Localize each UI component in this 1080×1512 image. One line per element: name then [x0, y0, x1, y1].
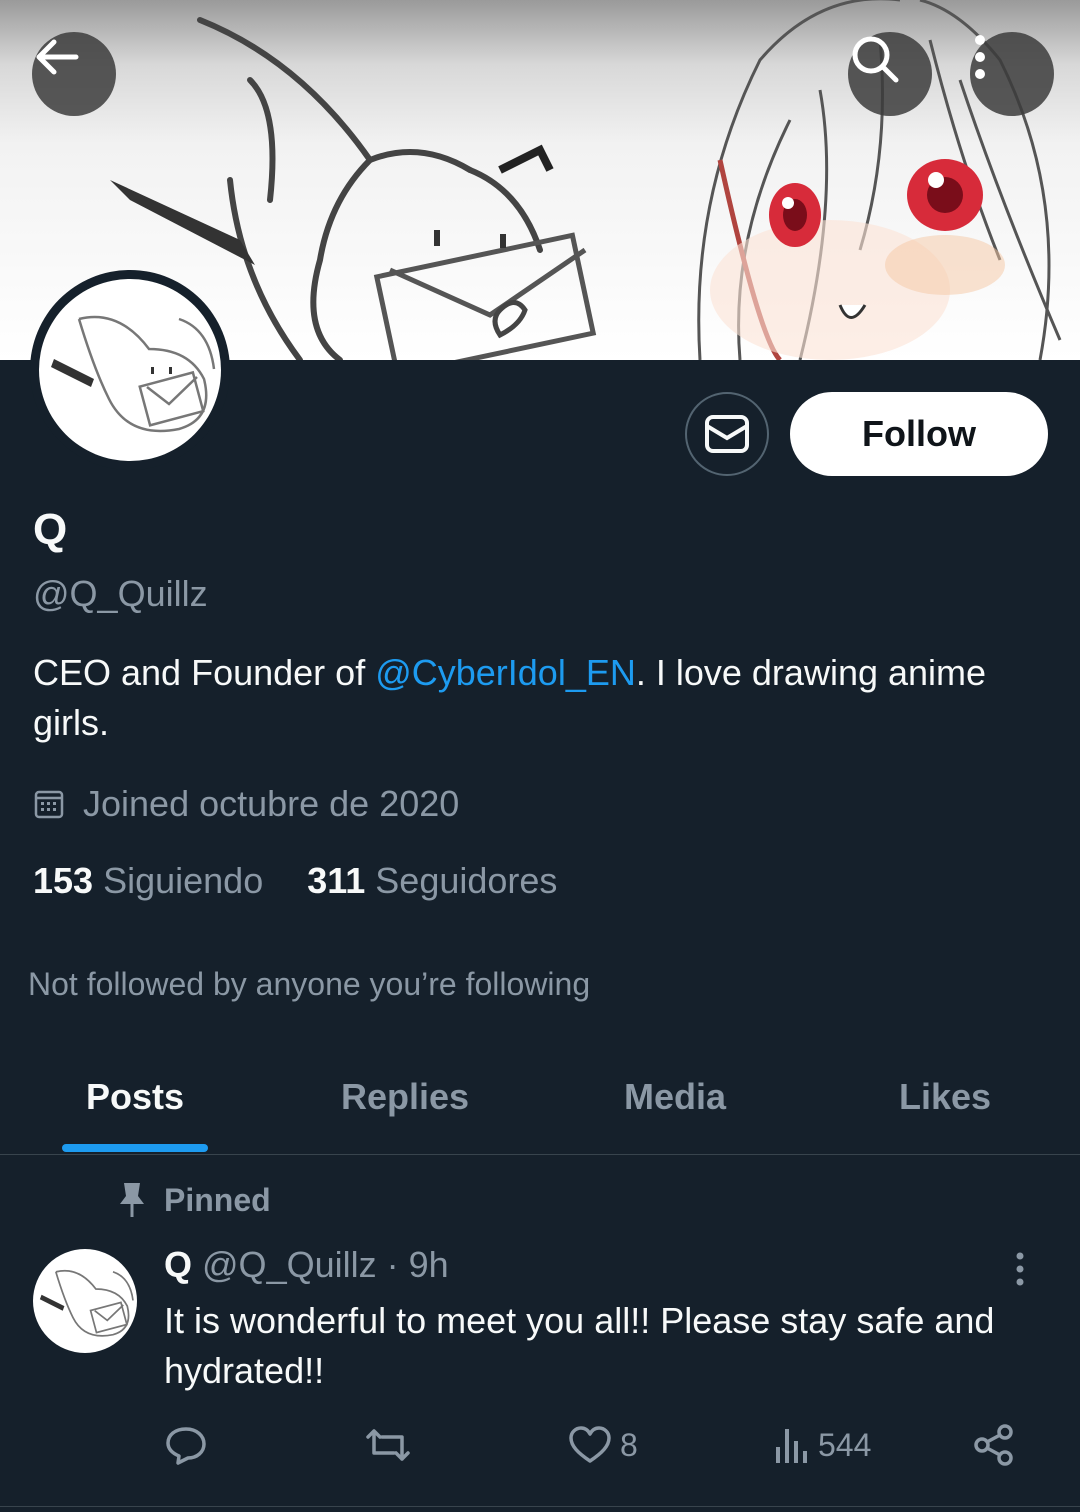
back-button[interactable] [32, 32, 116, 116]
pin-icon [100, 1180, 164, 1220]
post-divider [0, 1506, 1080, 1507]
following-count: 153 [33, 860, 94, 901]
calendar-icon [33, 788, 65, 820]
tab-posts-label: Posts [85, 1076, 185, 1117]
followers-stat[interactable]: 311 Seguidores [307, 860, 557, 902]
tab-likes[interactable]: Likes [810, 1040, 1080, 1154]
tab-media-label: Media [623, 1076, 727, 1117]
active-tab-indicator [62, 1144, 208, 1152]
post-text: It is wonderful to meet you all!! Please… [164, 1300, 995, 1391]
tab-media[interactable]: Media [540, 1040, 810, 1154]
pinned-label: Pinned [164, 1181, 271, 1218]
reply-button[interactable] [164, 1420, 208, 1470]
follow-stats: 153 Siguiendo 311 Seguidores [33, 860, 601, 902]
following-stat[interactable]: 153 Siguiendo [33, 860, 263, 902]
profile-handle: @Q_Quillz [33, 573, 208, 614]
more-vertical-icon [1016, 1252, 1024, 1286]
repost-button[interactable] [364, 1420, 412, 1470]
post-header: Q @Q_Quillz · 9h [164, 1244, 449, 1286]
tab-likes-label: Likes [898, 1076, 992, 1117]
share-button[interactable] [972, 1420, 1016, 1470]
repost-icon [366, 1429, 410, 1461]
reply-icon [166, 1427, 206, 1465]
followers-label: Seguidores [375, 860, 558, 901]
follow-button[interactable]: Follow [790, 392, 1048, 476]
not-followed-notice: Not followed by anyone you’re following [28, 966, 591, 1002]
like-count: 8 [620, 1426, 638, 1463]
joined-date: Joined octubre de 2020 [33, 782, 459, 826]
more-vertical-icon [975, 35, 985, 79]
pinned-indicator: Pinned [100, 1178, 271, 1222]
following-label: Siguiendo [103, 860, 264, 901]
avatar-bird-illustration [51, 315, 216, 433]
views-button[interactable]: 544 [774, 1420, 871, 1470]
followers-count: 311 [307, 860, 366, 901]
joined-text: Joined octubre de 2020 [83, 783, 460, 824]
post-actions: 8 544 [164, 1420, 1044, 1470]
post-more-button[interactable] [1010, 1250, 1030, 1295]
heart-icon [569, 1426, 611, 1463]
more-options-button[interactable] [970, 32, 1054, 116]
post-handle-time: @Q_Quillz · 9h [202, 1244, 449, 1285]
post-author-avatar[interactable] [33, 1249, 137, 1353]
envelope-icon [705, 415, 749, 453]
profile-display-name: Q [33, 505, 68, 554]
profile-tabs: Posts Replies Media Likes [0, 1040, 1080, 1155]
bio-text-prefix: CEO and Founder of [33, 652, 376, 693]
tab-posts[interactable]: Posts [0, 1040, 270, 1154]
search-button[interactable] [848, 32, 932, 116]
post-author-name[interactable]: Q [164, 1244, 192, 1286]
profile-avatar[interactable] [30, 270, 230, 470]
views-count: 544 [818, 1426, 872, 1463]
analytics-icon [776, 1429, 807, 1463]
avatar-bird-illustration [39, 1269, 134, 1337]
bio-mention-link[interactable]: @CyberIdol_EN [375, 652, 636, 693]
like-button[interactable]: 8 [568, 1420, 638, 1470]
profile-bio: CEO and Founder of @CyberIdol_EN. I love… [33, 648, 1053, 748]
search-icon [852, 36, 899, 83]
tab-replies-label: Replies [340, 1076, 470, 1117]
message-button[interactable] [685, 392, 769, 476]
arrow-left-icon [36, 39, 79, 75]
tab-replies[interactable]: Replies [270, 1040, 540, 1154]
share-icon [974, 1424, 1013, 1466]
